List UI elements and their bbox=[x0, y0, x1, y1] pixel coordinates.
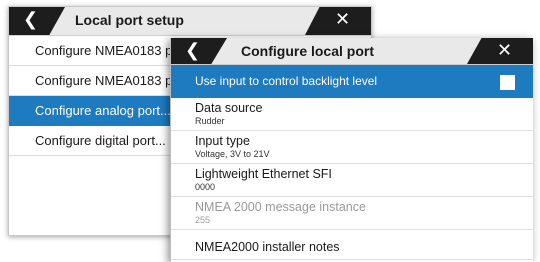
configure-local-port-dialog: ❮ Configure local port ✕ Use input to co… bbox=[170, 38, 533, 262]
backlight-control-label: Use input to control backlight level bbox=[195, 74, 378, 88]
nmea2000-instance-row: NMEA 2000 message instance 255 bbox=[171, 197, 533, 230]
close-icon: ✕ bbox=[497, 40, 513, 61]
ethernet-sfi-label: Lightweight Ethernet SFI bbox=[195, 167, 332, 181]
chevron-left-icon: ❮ bbox=[185, 40, 201, 61]
backlight-control-row[interactable]: Use input to control backlight level bbox=[171, 65, 533, 98]
data-source-row[interactable]: Data source Rudder bbox=[171, 98, 533, 131]
installer-notes-label: NMEA2000 installer notes bbox=[195, 240, 340, 254]
input-type-row[interactable]: Input type Voltage, 3V to 21V bbox=[171, 131, 533, 164]
close-icon: ✕ bbox=[335, 9, 351, 30]
close-button[interactable]: ✕ bbox=[305, 7, 371, 35]
title-bar: ❮ Local port setup ✕ bbox=[9, 7, 371, 36]
input-type-value: Voltage, 3V to 21V bbox=[195, 149, 270, 159]
dialog-title: Configure local port bbox=[241, 43, 374, 59]
ethernet-sfi-row[interactable]: Lightweight Ethernet SFI 0000 bbox=[171, 164, 533, 197]
dialog-title: Local port setup bbox=[75, 12, 184, 28]
chevron-left-icon: ❮ bbox=[23, 9, 39, 30]
ethernet-sfi-value: 0000 bbox=[195, 182, 216, 192]
nmea2000-instance-value: 255 bbox=[195, 215, 211, 225]
data-source-value: Rudder bbox=[195, 116, 225, 126]
back-button[interactable]: ❮ bbox=[9, 7, 65, 35]
back-button[interactable]: ❮ bbox=[171, 38, 227, 64]
backlight-checkbox[interactable] bbox=[500, 75, 515, 90]
input-type-label: Input type bbox=[195, 134, 250, 148]
title-bar: ❮ Configure local port ✕ bbox=[171, 38, 533, 65]
nmea2000-instance-label: NMEA 2000 message instance bbox=[195, 200, 366, 214]
installer-notes-row[interactable]: NMEA2000 installer notes bbox=[171, 230, 533, 260]
close-button[interactable]: ✕ bbox=[467, 38, 533, 64]
data-source-label: Data source bbox=[195, 101, 263, 115]
